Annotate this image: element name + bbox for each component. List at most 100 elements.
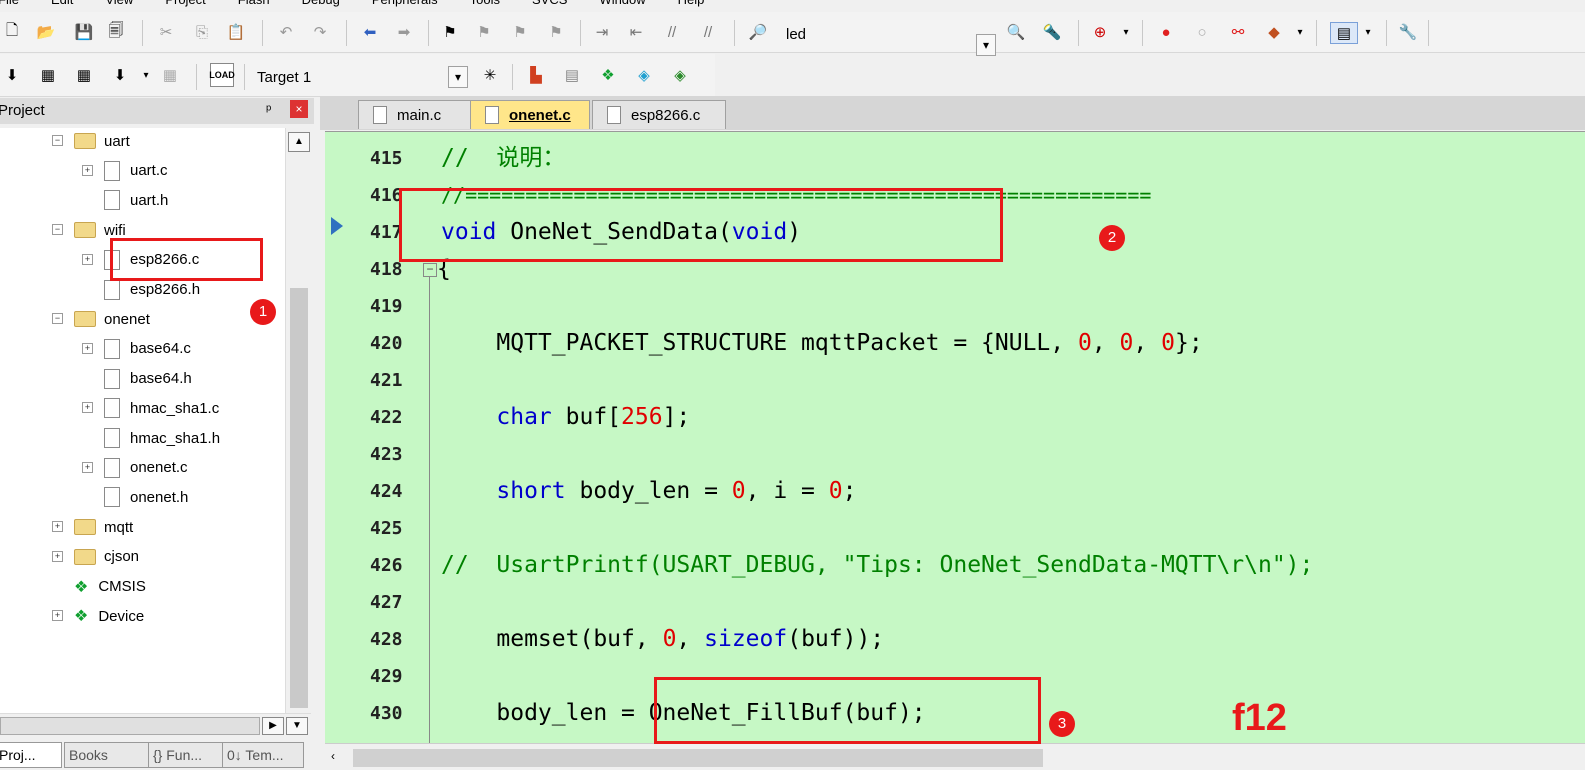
target-options-icon[interactable]: ✳ xyxy=(480,65,500,85)
load-download-icon[interactable]: LOAD xyxy=(209,63,235,87)
cut-icon[interactable]: ✂ xyxy=(156,22,176,42)
layout-dropdown-icon[interactable]: ▾ xyxy=(1358,22,1378,42)
menu-item[interactable]: SVCS xyxy=(532,0,567,7)
stop-build-icon[interactable]: ▦ xyxy=(160,65,180,85)
file-extensions-icon[interactable]: ▙ xyxy=(526,65,546,85)
tree-item[interactable]: + esp8266.c xyxy=(82,247,199,273)
scroll-right-icon[interactable]: ▶ xyxy=(262,717,284,735)
editor-horizontal-scrollbar[interactable]: ‹ xyxy=(325,743,1585,770)
tab-books[interactable]: Books xyxy=(64,742,154,768)
paste-icon[interactable]: 📋 xyxy=(226,22,246,42)
tree-item[interactable]: + ❖ Device xyxy=(52,603,144,629)
collapse-icon[interactable]: − xyxy=(52,224,63,236)
clear-bookmarks-icon[interactable]: ⚑ xyxy=(546,22,566,42)
window-layout-icon[interactable]: ▤ xyxy=(1330,22,1358,44)
uncomment-icon[interactable]: // xyxy=(698,22,718,42)
menu-item[interactable]: Tools xyxy=(470,0,500,7)
expand-icon[interactable]: + xyxy=(82,402,93,414)
disable-all-breakpoints-icon[interactable]: ◆ xyxy=(1264,22,1284,42)
tree-item[interactable]: + cjson xyxy=(52,544,139,570)
nav-back-icon[interactable]: ⬅ xyxy=(360,22,380,42)
pack-installer-icon[interactable]: ◈ xyxy=(670,65,690,85)
tree-item[interactable]: + hmac_sha1.c xyxy=(82,395,219,421)
build-icon[interactable]: ▦ xyxy=(38,65,58,85)
manage-rte-icon[interactable]: ❖ xyxy=(598,65,618,85)
find-dropdown-arrow[interactable]: ▾ xyxy=(976,34,996,56)
nav-forward-icon[interactable]: ➡ xyxy=(394,22,414,42)
expand-icon[interactable]: + xyxy=(82,461,93,473)
tab-main-c[interactable]: main.c xyxy=(358,100,486,129)
scroll-down-icon[interactable]: ▼ xyxy=(286,717,308,735)
collapse-icon[interactable]: − xyxy=(52,135,63,146)
find-text[interactable]: led xyxy=(786,26,806,43)
manage-project-icon[interactable]: ▤ xyxy=(562,65,582,85)
batch-build-icon[interactable]: ⬇ xyxy=(110,65,130,85)
tree-item[interactable]: + uart.c xyxy=(82,158,168,184)
new-file-icon[interactable]: 🗋 xyxy=(2,22,22,42)
copy-icon[interactable]: ⎘ xyxy=(192,22,212,42)
expand-icon[interactable]: + xyxy=(52,521,63,533)
tab-project[interactable]: Proj... xyxy=(0,742,62,768)
tree-horizontal-scrollbar[interactable]: ▶ ▼ xyxy=(0,713,311,738)
menu-item[interactable]: File xyxy=(0,0,19,7)
expand-icon[interactable]: + xyxy=(82,253,93,265)
tree-item[interactable]: esp8266.h xyxy=(104,277,200,303)
tree-item[interactable]: + onenet.c xyxy=(82,455,188,481)
tab-templates[interactable]: 0↓ Tem... xyxy=(222,742,304,768)
tab-esp8266-c[interactable]: esp8266.c xyxy=(592,100,726,129)
tab-functions[interactable]: {} Fun... xyxy=(148,742,226,768)
menu-item[interactable]: Project xyxy=(165,0,205,7)
next-bookmark-icon[interactable]: ⚑ xyxy=(510,22,530,42)
menu-item[interactable]: Flash xyxy=(238,0,270,7)
editor-hscroll-thumb[interactable] xyxy=(353,749,1043,767)
menu-item[interactable]: Help xyxy=(678,0,705,7)
tree-item[interactable]: − onenet xyxy=(52,306,150,332)
incremental-find-icon[interactable]: 🔦 xyxy=(1042,22,1062,42)
pin-icon[interactable]: ᵖ xyxy=(266,101,271,117)
tree-item[interactable]: onenet.h xyxy=(104,484,188,510)
menu-item[interactable]: View xyxy=(105,0,133,7)
expand-icon[interactable]: + xyxy=(52,550,63,562)
tree-item[interactable]: base64.h xyxy=(104,366,192,392)
menu-item[interactable]: Debug xyxy=(302,0,340,7)
breakpoints-dropdown-icon[interactable]: ▾ xyxy=(1290,22,1310,42)
save-icon[interactable]: 💾 xyxy=(74,22,94,42)
comment-icon[interactable]: // xyxy=(662,22,682,42)
batch-dropdown-icon[interactable]: ▾ xyxy=(136,65,156,85)
tree-item[interactable]: − uart xyxy=(52,128,130,154)
scroll-left-icon[interactable]: ‹ xyxy=(331,749,335,763)
tree-item[interactable]: − wifi xyxy=(52,217,126,243)
rebuild-icon[interactable]: ▦ xyxy=(74,65,94,85)
redo-icon[interactable]: ↷ xyxy=(310,22,330,42)
undo-icon[interactable]: ↶ xyxy=(276,22,296,42)
tree-item[interactable]: ❖ CMSIS xyxy=(74,574,146,600)
expand-icon[interactable]: + xyxy=(82,342,93,354)
find-in-files-icon[interactable]: 🔎 xyxy=(748,22,768,42)
tree-scroll-thumb[interactable] xyxy=(290,288,308,708)
menu-item[interactable]: Edit xyxy=(51,0,73,7)
target-select[interactable]: Target 1 xyxy=(257,69,311,86)
find-icon[interactable]: 🔍 xyxy=(1006,22,1026,42)
expand-icon[interactable]: + xyxy=(52,610,63,622)
target-dropdown-arrow[interactable]: ▾ xyxy=(448,66,468,88)
select-packs-icon[interactable]: ◈ xyxy=(634,65,654,85)
close-icon[interactable]: × xyxy=(290,100,308,118)
tree-item[interactable]: + base64.c xyxy=(82,336,191,362)
prev-bookmark-icon[interactable]: ⚑ xyxy=(474,22,494,42)
tree-vertical-scrollbar[interactable]: ▲ xyxy=(285,128,312,713)
translate-icon[interactable]: ⬇ xyxy=(2,65,22,85)
expand-icon[interactable]: + xyxy=(82,164,93,176)
disable-breakpoint-icon[interactable]: ○ xyxy=(1192,22,1212,42)
menu-item[interactable]: Window xyxy=(599,0,645,7)
unindent-icon[interactable]: ⇤ xyxy=(626,22,646,42)
configure-icon[interactable]: 🔧 xyxy=(1398,22,1418,42)
menu-item[interactable]: Peripherals xyxy=(372,0,438,7)
indent-icon[interactable]: ⇥ xyxy=(592,22,612,42)
tree-hscroll-thumb[interactable] xyxy=(0,717,260,735)
tree-item[interactable]: hmac_sha1.h xyxy=(104,425,220,451)
debug-dropdown-icon[interactable]: ▾ xyxy=(1116,22,1136,42)
tab-onenet-c[interactable]: onenet.c xyxy=(470,100,590,129)
scroll-up-icon[interactable]: ▲ xyxy=(288,132,310,152)
kill-breakpoints-icon[interactable]: ⚯ xyxy=(1228,22,1248,42)
tree-item[interactable]: uart.h xyxy=(104,187,168,213)
